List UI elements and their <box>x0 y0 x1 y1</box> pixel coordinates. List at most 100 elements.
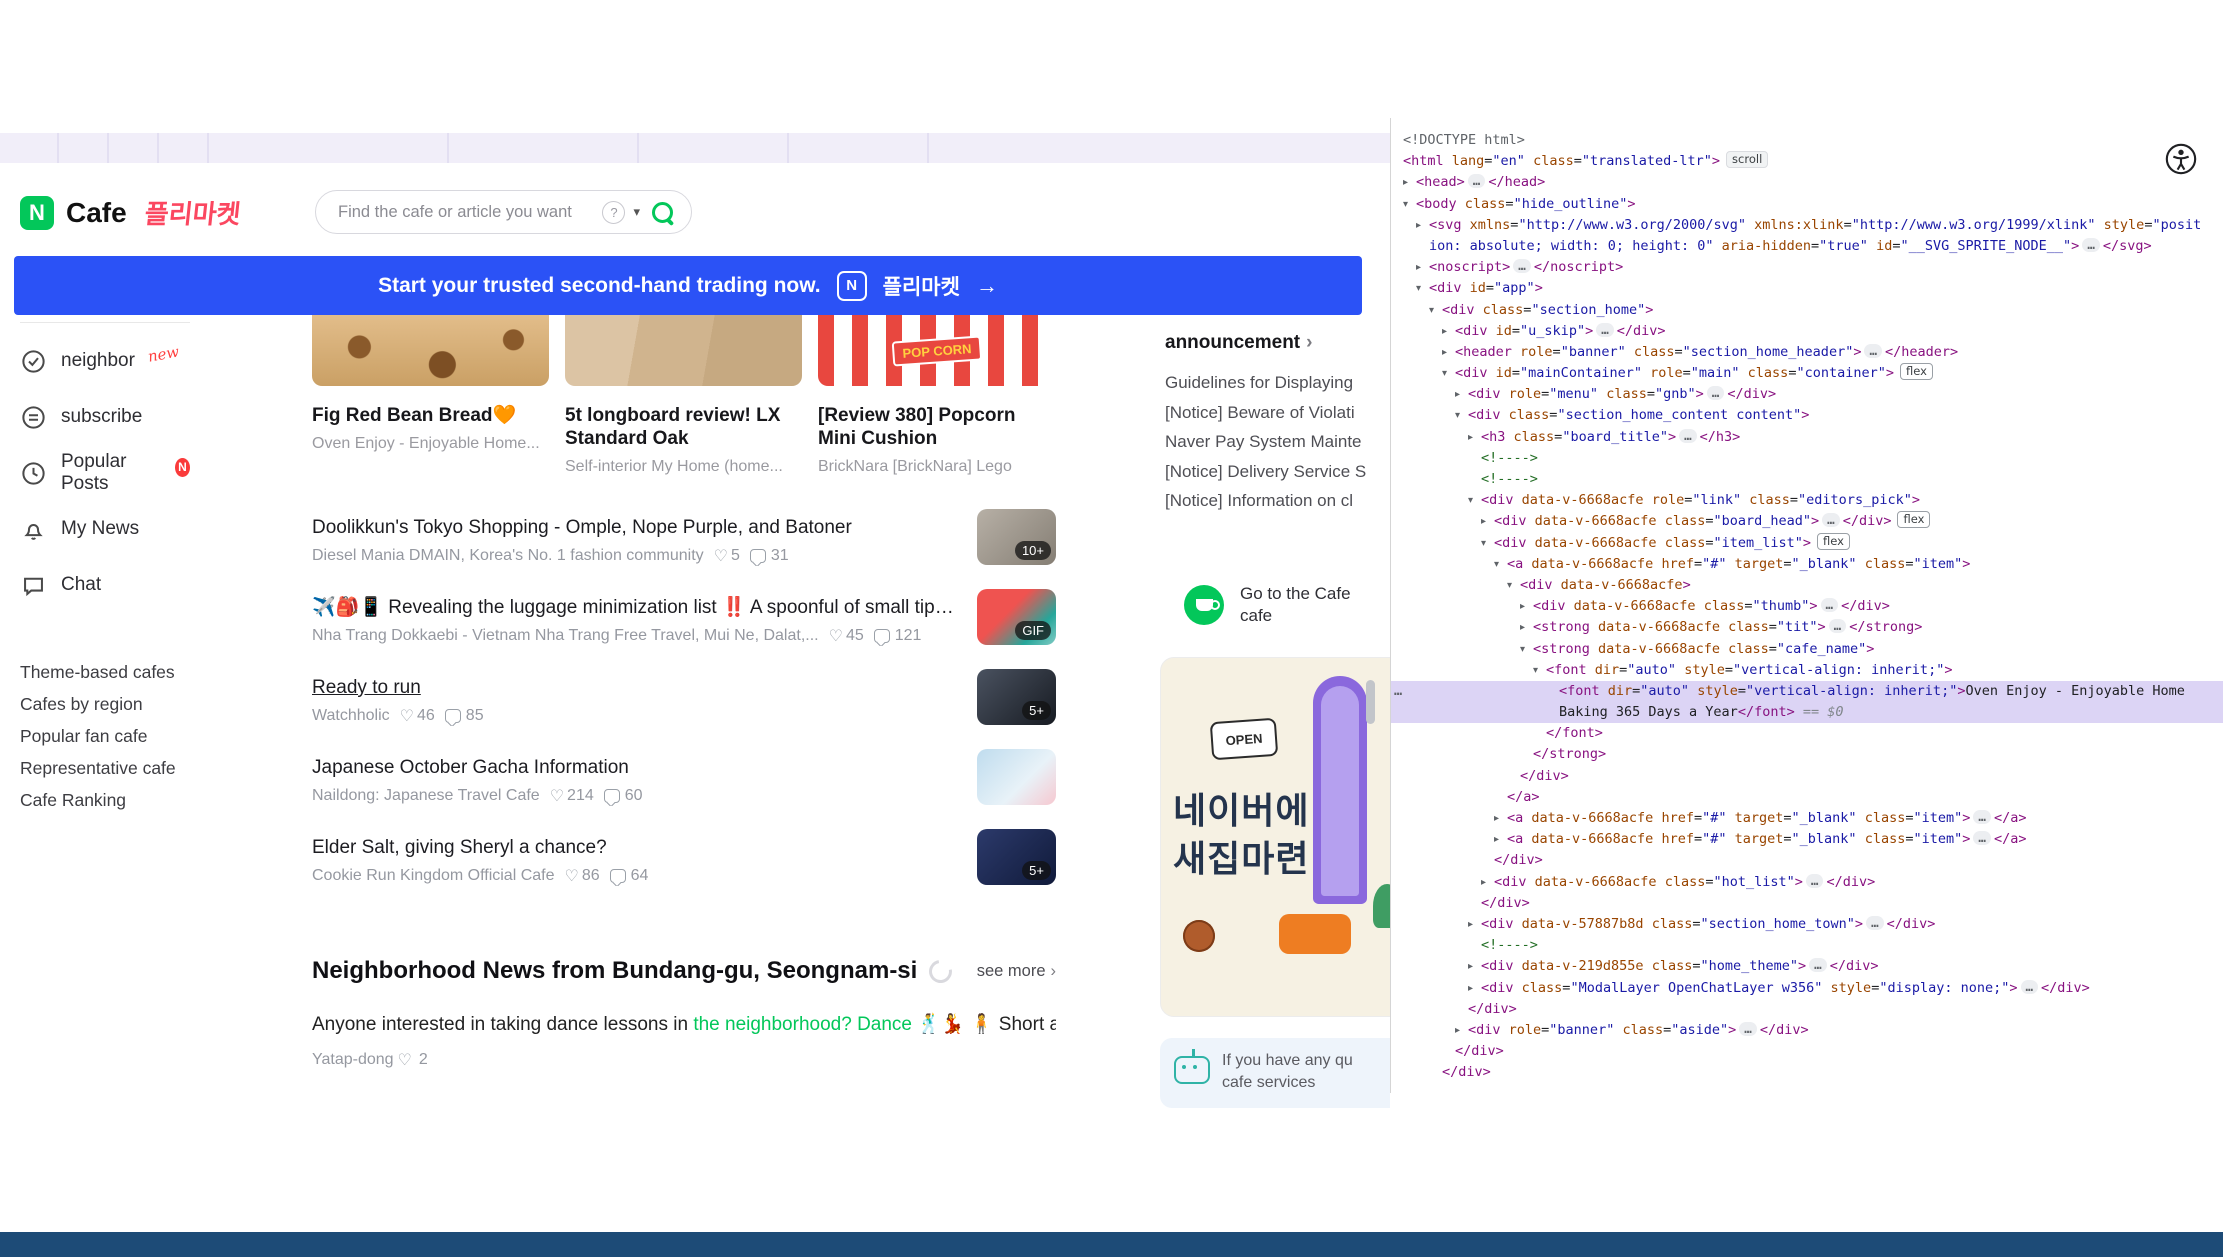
collapse-arrow-icon[interactable]: ▾ <box>1442 363 1455 384</box>
devtools-line[interactable]: <!----> <box>1391 448 2223 469</box>
search-bar[interactable]: ? <box>315 190 692 234</box>
devtools-line[interactable]: ▾<div id="mainContainer" role="main" cla… <box>1391 363 2223 384</box>
expand-arrow-icon[interactable]: ▸ <box>1494 808 1507 829</box>
expand-arrow-icon[interactable]: ▸ <box>1520 596 1533 617</box>
help-widget[interactable]: If you have any qu cafe services <box>1160 1038 1390 1108</box>
devtools-line[interactable]: </font> <box>1391 723 2223 744</box>
devtools-line[interactable]: </div> <box>1391 999 2223 1020</box>
sidebar-item-chat[interactable]: Chat <box>20 557 190 613</box>
flea-market-logo[interactable]: 플리마켓 <box>143 194 243 231</box>
devtools-line[interactable]: </div> <box>1391 1062 2223 1083</box>
collapse-arrow-icon[interactable]: ▾ <box>1416 278 1429 299</box>
devtools-line[interactable]: ▸<div data-v-57887b8d class="section_hom… <box>1391 914 2223 935</box>
collapsed-ellipsis-button[interactable]: … <box>1821 598 1839 612</box>
expand-arrow-icon[interactable]: ▸ <box>1468 914 1481 935</box>
scrollbar-thumb[interactable] <box>1366 680 1375 724</box>
editors-pick-card-3[interactable]: POP CORN [Review 380] Popcorn Mini Cushi… <box>818 315 1055 476</box>
sidebar-link-theme-cafes[interactable]: Theme-based cafes <box>20 661 180 683</box>
devtools-line[interactable]: <!DOCTYPE html> <box>1391 130 2223 151</box>
post-thumbnail[interactable]: 5+ <box>977 669 1056 725</box>
flex-badge[interactable]: flex <box>1900 363 1933 380</box>
post-thumbnail[interactable]: 10+ <box>977 509 1056 565</box>
devtools-line[interactable]: …<font dir="auto" style="vertical-align:… <box>1391 681 2223 702</box>
announcement-link-2[interactable]: [Notice] Beware of Violati <box>1165 398 1390 428</box>
editors-pick-card-2[interactable]: 5t longboard review! LX Standard Oak Sel… <box>565 315 802 476</box>
hot-list-item-3[interactable]: Ready to run Watchholic 46 85 5+ <box>312 666 1056 746</box>
hot-list-item-1[interactable]: Doolikkun's Tokyo Shopping - Omple, Nope… <box>312 506 1056 586</box>
sidebar-link-fan-cafes[interactable]: Popular fan cafe <box>20 725 180 747</box>
expand-arrow-icon[interactable]: ▸ <box>1442 321 1455 342</box>
card-image-bread[interactable] <box>312 315 549 386</box>
devtools-line[interactable]: </div> <box>1391 850 2223 871</box>
expand-arrow-icon[interactable]: ▸ <box>1481 872 1494 893</box>
devtools-line[interactable]: ▸<div data-v-219d855e class="home_theme"… <box>1391 956 2223 977</box>
devtools-line[interactable]: </a> <box>1391 787 2223 808</box>
collapsed-ellipsis-button[interactable]: … <box>1707 386 1725 400</box>
devtools-line[interactable]: ▸<a data-v-6668acfe href="#" target="_bl… <box>1391 808 2223 829</box>
post-thumbnail[interactable]: GIF <box>977 589 1056 645</box>
devtools-line[interactable]: ▸<header role="banner" class="section_ho… <box>1391 342 2223 363</box>
devtools-line[interactable]: </div> <box>1391 1041 2223 1062</box>
see-more-link[interactable]: see more› <box>977 962 1056 981</box>
devtools-line[interactable]: ▸<div data-v-6668acfe class="hot_list">…… <box>1391 872 2223 893</box>
sidebar-link-region-cafes[interactable]: Cafes by region <box>20 693 180 715</box>
announcement-link-4[interactable]: [Notice] Delivery Service S <box>1165 457 1390 487</box>
post-thumbnail[interactable]: 5+ <box>977 829 1056 885</box>
chevron-down-icon[interactable] <box>633 204 640 220</box>
expand-arrow-icon[interactable]: ▸ <box>1468 427 1481 448</box>
collapsed-ellipsis-button[interactable]: … <box>1866 916 1884 930</box>
sidebar-item-neighbor[interactable]: neighbor new <box>20 333 190 389</box>
collapsed-ellipsis-button[interactable]: … <box>1739 1022 1757 1036</box>
expand-arrow-icon[interactable]: ▸ <box>1494 829 1507 850</box>
flex-badge[interactable]: flex <box>1897 511 1930 528</box>
expand-arrow-icon[interactable]: ▸ <box>1481 511 1494 532</box>
collapsed-ellipsis-button[interactable]: … <box>2082 238 2100 252</box>
collapse-arrow-icon[interactable]: ▾ <box>1494 554 1507 575</box>
devtools-line[interactable]: ▸<div id="u_skip">…</div> <box>1391 321 2223 342</box>
devtools-line[interactable]: </div> <box>1391 893 2223 914</box>
devtools-line[interactable]: ▸<svg xmlns="http://www.w3.org/2000/svg"… <box>1391 215 2223 236</box>
collapsed-ellipsis-button[interactable]: … <box>1829 619 1847 633</box>
search-input[interactable] <box>336 202 602 223</box>
collapsed-ellipsis-button[interactable]: … <box>1806 874 1824 888</box>
collapsed-ellipsis-button[interactable]: … <box>1679 429 1697 443</box>
accessibility-icon[interactable] <box>2164 142 2198 181</box>
announcement-link-5[interactable]: [Notice] Information on cl <box>1165 486 1390 516</box>
editors-pick-card-1[interactable]: Fig Red Bean Bread🧡 Oven Enjoy - Enjoyab… <box>312 315 549 476</box>
search-icon[interactable] <box>652 202 673 223</box>
devtools-line[interactable]: ▾<div data-v-6668acfe> <box>1391 575 2223 596</box>
devtools-line[interactable]: ▾<a data-v-6668acfe href="#" target="_bl… <box>1391 554 2223 575</box>
devtools-line[interactable]: </div> <box>1391 766 2223 787</box>
hot-list-item-2[interactable]: ✈️🎒📱 Revealing the luggage minimization … <box>312 586 1056 666</box>
devtools-line[interactable]: ▾<div id="app"> <box>1391 278 2223 299</box>
expand-arrow-icon[interactable]: ▸ <box>1468 956 1481 977</box>
devtools-line[interactable]: <html lang="en" class="translated-ltr">s… <box>1391 151 2223 172</box>
expand-arrow-icon[interactable]: ▸ <box>1416 215 1429 236</box>
collapse-arrow-icon[interactable]: ▾ <box>1468 490 1481 511</box>
flex-badge[interactable]: flex <box>1817 533 1850 550</box>
collapse-arrow-icon[interactable]: ▾ <box>1533 660 1546 681</box>
devtools-line[interactable]: ▸<head>…</head> <box>1391 172 2223 193</box>
announcement-title[interactable]: announcement› <box>1165 332 1390 354</box>
announcement-link-1[interactable]: Guidelines for Displaying <box>1165 368 1390 398</box>
devtools-line[interactable]: ▾<div data-v-6668acfe class="item_list">… <box>1391 533 2223 554</box>
devtools-line[interactable]: ion: absolute; width: 0; height: 0" aria… <box>1391 236 2223 257</box>
devtools-line[interactable]: ▸<div data-v-6668acfe class="thumb">…</d… <box>1391 596 2223 617</box>
collapse-arrow-icon[interactable]: ▾ <box>1429 300 1442 321</box>
promo-illustration-banner[interactable]: OPEN 네이버에 새집마련 <box>1160 657 1390 1017</box>
collapsed-ellipsis-button[interactable]: … <box>1822 513 1840 527</box>
hot-list-item-4[interactable]: Japanese October Gacha Information Naild… <box>312 746 1056 826</box>
town-post[interactable]: Anyone interested in taking dance lesson… <box>312 1012 1056 1036</box>
collapsed-ellipsis-button[interactable]: … <box>1513 259 1531 273</box>
collapse-arrow-icon[interactable]: ▾ <box>1481 533 1494 554</box>
devtools-line[interactable]: ▾<font dir="auto" style="vertical-align:… <box>1391 660 2223 681</box>
card-image-wood-floor[interactable] <box>565 315 802 386</box>
refresh-icon[interactable] <box>925 955 957 987</box>
devtools-line[interactable]: ▾<body class="hide_outline"> <box>1391 194 2223 215</box>
go-to-cafe-link[interactable]: Go to the Cafe cafe <box>1184 583 1351 627</box>
collapsed-ellipsis-button[interactable]: … <box>2021 980 2039 994</box>
devtools-line[interactable]: ▸<noscript>…</noscript> <box>1391 257 2223 278</box>
collapse-arrow-icon[interactable]: ▾ <box>1455 405 1468 426</box>
collapse-arrow-icon[interactable]: ▾ <box>1403 194 1416 215</box>
help-icon[interactable]: ? <box>602 201 625 224</box>
